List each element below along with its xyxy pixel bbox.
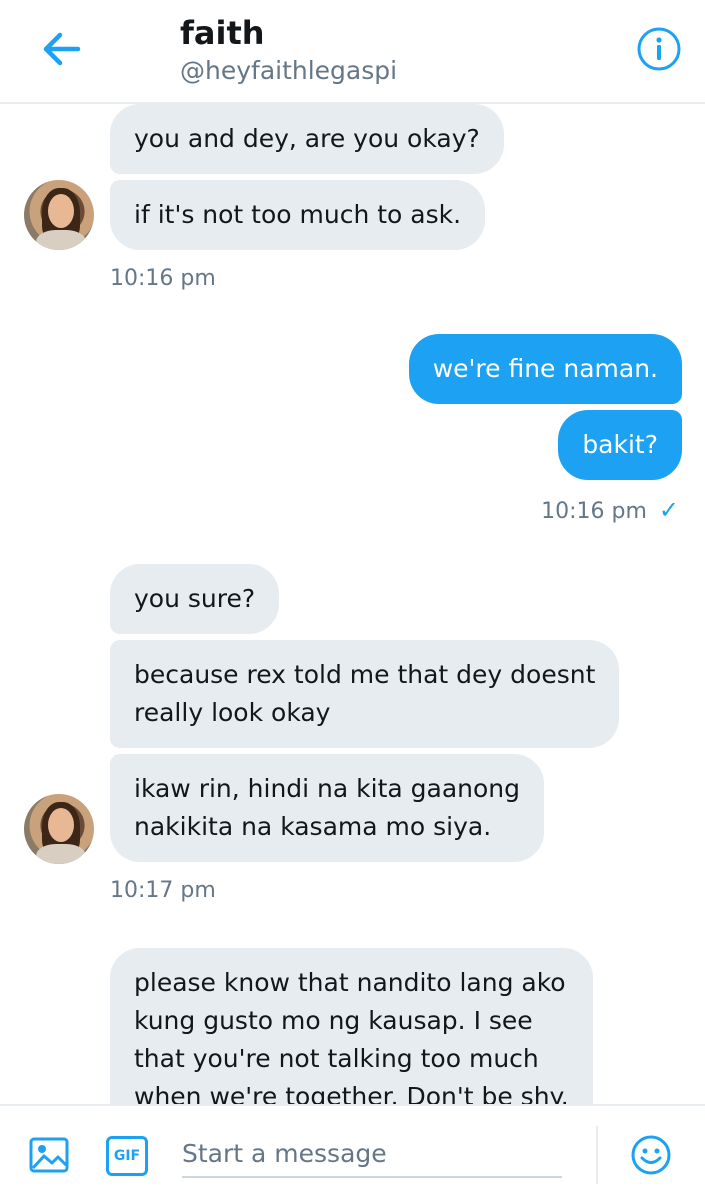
message-timestamp: 10:17 pm (110, 878, 216, 903)
message-timestamp-read: 10:16 pm ✓ (541, 496, 679, 524)
incoming-message[interactable]: you and dey, are you okay? (110, 104, 504, 174)
message-thread: you and dey, are you okay? if it's not t… (0, 104, 705, 1104)
incoming-message[interactable]: if it's not too much to ask. (110, 180, 486, 250)
incoming-message[interactable]: you sure? (110, 564, 280, 634)
incoming-message[interactable]: ikaw rin, hindi na kita gaanong nakikita… (110, 754, 545, 862)
message-timestamp: 10:16 pm (541, 499, 647, 524)
add-photo-button[interactable] (28, 1134, 70, 1176)
info-icon (637, 27, 681, 71)
message-composer: GIF (0, 1104, 705, 1200)
image-icon (29, 1137, 69, 1173)
incoming-message[interactable]: please know that nandito lang ako kung g… (110, 948, 593, 1104)
back-button[interactable] (38, 24, 88, 74)
message-input[interactable] (182, 1130, 562, 1178)
checkmark-icon: ✓ (658, 496, 679, 524)
outgoing-message[interactable]: we're fine naman. (408, 334, 682, 404)
avatar[interactable] (24, 794, 94, 864)
smiley-icon (631, 1135, 671, 1175)
outgoing-message[interactable]: bakit? (558, 410, 682, 480)
emoji-button[interactable] (630, 1134, 672, 1176)
gif-button[interactable]: GIF (106, 1136, 148, 1176)
conversation-header: faith @heyfaithlegaspi (0, 0, 705, 104)
contact-handle: @heyfaithlegaspi (180, 56, 398, 85)
incoming-message[interactable]: because rex told me that dey doesnt real… (110, 640, 620, 748)
arrow-left-icon (43, 32, 81, 66)
message-timestamp: 10:16 pm (110, 266, 216, 291)
avatar[interactable] (24, 180, 94, 250)
composer-divider (596, 1126, 598, 1184)
contact-name: faith (180, 14, 265, 52)
info-button[interactable] (636, 26, 682, 72)
